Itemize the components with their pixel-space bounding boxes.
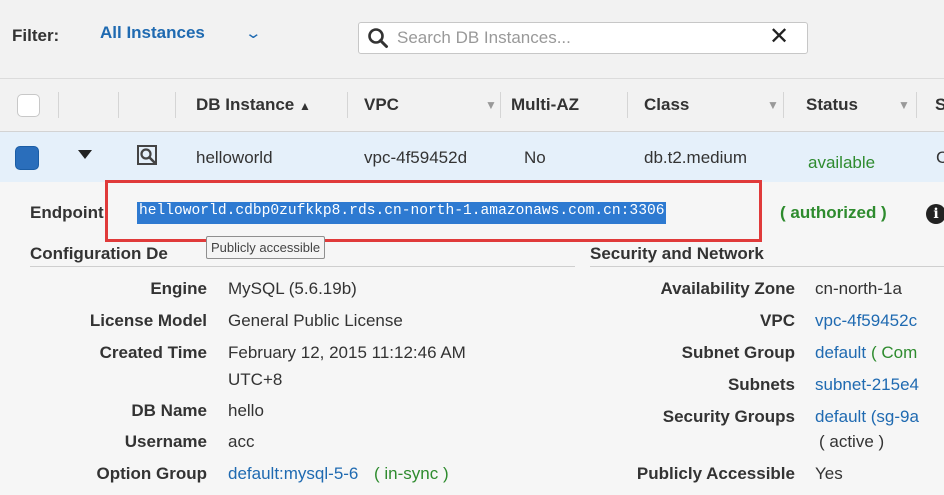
- column-divider: [58, 92, 59, 118]
- option-group-link[interactable]: default:mysql-5-6: [228, 464, 358, 484]
- filter-label: Filter:: [12, 26, 60, 45]
- instance-filter-dropdown[interactable]: All Instances: [100, 23, 205, 43]
- row-checkbox[interactable]: [15, 146, 39, 170]
- column-header-label: DB Instance: [196, 95, 295, 114]
- engine-label: Engine: [150, 279, 207, 298]
- cell-multi-az: No: [524, 148, 546, 167]
- column-header-vpc[interactable]: VPC: [364, 95, 399, 115]
- search-icon: [368, 28, 388, 48]
- created-time-value: February 12, 2015 11:12:46 AM: [228, 343, 466, 362]
- column-divider: [500, 92, 501, 118]
- option-group-status: ( in-sync ): [374, 464, 449, 483]
- section-divider: [30, 266, 575, 267]
- db-name-label: DB Name: [131, 401, 207, 420]
- expand-triangle-icon[interactable]: [78, 150, 92, 160]
- publicly-accessible-label: Publicly Accessible: [636, 464, 795, 483]
- column-header-status[interactable]: Status: [806, 95, 858, 115]
- tooltip: Publicly accessible: [206, 236, 326, 259]
- subnet-group-extra: ( Com: [871, 343, 918, 362]
- vpc-label: VPC: [760, 311, 795, 330]
- select-all-checkbox[interactable]: [17, 94, 40, 117]
- vpc-link[interactable]: vpc-4f59452c: [815, 311, 917, 331]
- username-label: Username: [124, 432, 207, 451]
- cell-next: C: [936, 148, 944, 167]
- availability-zone-value: cn-north-1a: [815, 279, 902, 298]
- column-divider: [118, 92, 119, 118]
- cell-db-instance[interactable]: helloworld: [196, 148, 273, 168]
- column-divider: [916, 92, 917, 118]
- username-value: acc: [228, 432, 255, 451]
- column-header-multi-az[interactable]: Multi-AZ: [511, 95, 579, 115]
- subnet-group-link[interactable]: default: [815, 343, 866, 363]
- subnets-link[interactable]: subnet-215e4: [815, 375, 919, 395]
- chevron-down-icon[interactable]: ▼: [767, 98, 779, 112]
- chevron-down-icon[interactable]: ▼: [485, 98, 497, 112]
- search-input[interactable]: [395, 23, 765, 53]
- license-model-label: License Model: [89, 311, 207, 330]
- created-time-label: Created Time: [99, 343, 207, 362]
- chevron-down-icon[interactable]: ⌄: [244, 24, 262, 42]
- chevron-down-icon[interactable]: ▼: [898, 98, 910, 112]
- column-header-class[interactable]: Class: [644, 95, 689, 115]
- subnet-group-label: Subnet Group: [681, 343, 795, 362]
- engine-value: MySQL (5.6.19b): [228, 279, 357, 298]
- column-divider: [347, 92, 348, 118]
- configuration-details-title: Configuration De: [30, 244, 168, 263]
- column-header-next[interactable]: S: [935, 95, 944, 115]
- column-divider: [175, 92, 176, 118]
- close-icon[interactable]: ✕: [769, 22, 789, 51]
- option-group-label: Option Group: [96, 464, 207, 483]
- subnets-label: Subnets: [727, 375, 795, 394]
- endpoint-label: Endpoint:: [30, 203, 110, 222]
- cell-class: db.t2.medium: [644, 148, 747, 167]
- security-group-link[interactable]: default (sg-9a: [815, 407, 919, 427]
- sort-ascending-icon[interactable]: ▲: [299, 99, 311, 113]
- section-divider: [590, 266, 944, 267]
- column-header-db-instance[interactable]: DB Instance ▲: [196, 95, 311, 115]
- cell-vpc: vpc-4f59452d: [364, 148, 468, 167]
- info-icon[interactable]: i: [926, 204, 944, 224]
- license-model-value: General Public License: [228, 311, 403, 330]
- created-time-timezone: UTC+8: [228, 370, 283, 389]
- availability-zone-label: Availability Zone: [660, 279, 795, 298]
- search-box[interactable]: ✕: [358, 22, 808, 54]
- db-name-value: hello: [228, 401, 264, 420]
- table-header: [0, 78, 944, 132]
- column-divider: [627, 92, 628, 118]
- endpoint-status: ( authorized ): [780, 203, 887, 222]
- security-group-status: ( active ): [819, 432, 885, 451]
- security-groups-label: Security Groups: [662, 407, 795, 426]
- annotation-highlight-box: [105, 180, 762, 242]
- cell-status: available: [808, 153, 876, 172]
- magnify-icon[interactable]: [136, 144, 160, 168]
- column-divider: [783, 92, 784, 118]
- publicly-accessible-value: Yes: [815, 464, 843, 483]
- security-network-title: Security and Network: [590, 244, 764, 263]
